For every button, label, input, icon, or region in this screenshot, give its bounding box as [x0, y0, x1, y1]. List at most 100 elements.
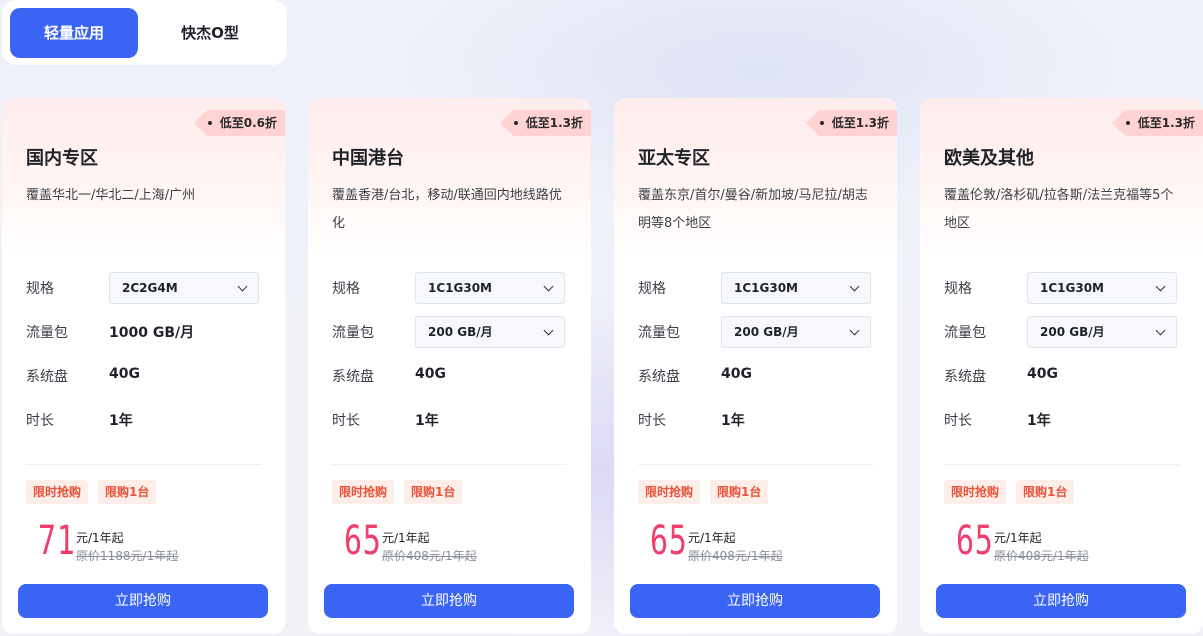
chevron-down-icon [849, 281, 860, 292]
duration-value: 1年 [1027, 413, 1051, 429]
traffic-label: 流量包 [26, 325, 68, 341]
original-price: 原价408元/1年起 [994, 549, 1089, 563]
traffic-value: 1000 GB/月 [109, 325, 195, 341]
discount-badge-label: 低至1.3折 [525, 116, 583, 130]
spec-select[interactable]: 1C1G30M [721, 272, 871, 304]
buy-now-button[interactable]: 立即抢购 [936, 584, 1186, 618]
discount-badge-label: 低至1.3折 [831, 116, 889, 130]
discount-badge: 低至1.3折 [1111, 110, 1203, 136]
buy-now-button[interactable]: 立即抢购 [630, 584, 880, 618]
price-unit: 元/1年起 [382, 531, 430, 545]
spec-label: 规格 [638, 281, 666, 297]
traffic-label: 流量包 [332, 325, 374, 341]
product-card: 低至1.3折 中国港台 覆盖香港/台北，移动/联通回内地线路优化 规格 1C1G… [308, 98, 591, 634]
original-price: 原价408元/1年起 [382, 549, 477, 563]
divider [332, 464, 567, 465]
traffic-label: 流量包 [638, 325, 680, 341]
product-card: 低至1.3折 欧美及其他 覆盖伦敦/洛杉矶/拉各斯/法兰克福等5个地区 规格 1… [920, 98, 1203, 634]
card-description: 覆盖伦敦/洛杉矶/拉各斯/法兰克福等5个地区 [944, 188, 1174, 231]
tag-flash-sale: 限时抢购 [332, 480, 395, 504]
tag-purchase-limit: 限购1台 [1016, 480, 1075, 504]
buy-now-button[interactable]: 立即抢购 [324, 584, 574, 618]
spec-label: 规格 [26, 281, 54, 297]
traffic-select-value: 200 GB/月 [1040, 325, 1105, 339]
duration-value: 1年 [109, 413, 133, 429]
divider [944, 464, 1179, 465]
price-unit: 元/1年起 [688, 531, 736, 545]
discount-badge: 低至1.3折 [499, 110, 591, 136]
tag-flash-sale: 限时抢购 [638, 480, 701, 504]
spec-select-value: 1C1G30M [734, 281, 798, 295]
disk-label: 系统盘 [638, 369, 680, 385]
discount-badge-label: 低至0.6折 [219, 116, 277, 130]
spec-select-value: 2C2G4M [122, 281, 178, 295]
tag-purchase-limit: 限购1台 [404, 480, 463, 504]
price: 65 [956, 518, 994, 564]
traffic-select-value: 200 GB/月 [428, 325, 493, 339]
price: 65 [344, 518, 382, 564]
discount-badge-label: 低至1.3折 [1137, 116, 1195, 130]
card-description: 覆盖东京/首尔/曼谷/新加坡/马尼拉/胡志明等8个地区 [638, 188, 868, 231]
duration-label: 时长 [944, 413, 972, 429]
card-title: 亚太专区 [638, 148, 710, 169]
bullet-icon [207, 121, 212, 125]
spec-select[interactable]: 1C1G30M [1027, 272, 1177, 304]
card-description: 覆盖华北一/华北二/上海/广州 [26, 188, 196, 203]
product-tabs: 轻量应用 快杰O型 [2, 0, 287, 65]
price: 71 [38, 518, 76, 564]
price: 65 [650, 518, 688, 564]
bullet-icon [819, 121, 824, 125]
chevron-down-icon [543, 325, 554, 336]
spec-select-value: 1C1G30M [1040, 281, 1104, 295]
bullet-icon [513, 121, 518, 125]
tag-purchase-limit: 限购1台 [98, 480, 157, 504]
chevron-down-icon [1155, 281, 1166, 292]
card-description: 覆盖香港/台北，移动/联通回内地线路优化 [332, 188, 562, 231]
spec-label: 规格 [944, 281, 972, 297]
traffic-select[interactable]: 200 GB/月 [415, 316, 565, 348]
tab-kuaijie-o[interactable]: 快杰O型 [146, 8, 274, 58]
disk-label: 系统盘 [944, 369, 986, 385]
disk-value: 40G [1027, 366, 1058, 382]
disk-value: 40G [415, 366, 446, 382]
discount-badge: 低至0.6折 [193, 110, 285, 136]
tag-purchase-limit: 限购1台 [710, 480, 769, 504]
divider [638, 464, 873, 465]
price-unit: 元/1年起 [76, 531, 124, 545]
spec-select-value: 1C1G30M [428, 281, 492, 295]
duration-label: 时长 [332, 413, 360, 429]
disk-value: 40G [721, 366, 752, 382]
spec-label: 规格 [332, 281, 360, 297]
chevron-down-icon [237, 281, 248, 292]
traffic-select[interactable]: 200 GB/月 [721, 316, 871, 348]
chevron-down-icon [849, 325, 860, 336]
card-title: 国内专区 [26, 148, 98, 169]
price-unit: 元/1年起 [994, 531, 1042, 545]
original-price: 原价408元/1年起 [688, 549, 783, 563]
duration-value: 1年 [415, 413, 439, 429]
card-title: 中国港台 [332, 148, 404, 169]
traffic-select-value: 200 GB/月 [734, 325, 799, 339]
product-card: 低至0.6折 国内专区 覆盖华北一/华北二/上海/广州 规格 2C2G4M 流量… [2, 98, 285, 634]
duration-label: 时长 [26, 413, 54, 429]
traffic-label: 流量包 [944, 325, 986, 341]
spec-select[interactable]: 2C2G4M [109, 272, 259, 304]
card-title: 欧美及其他 [944, 148, 1034, 169]
divider [26, 464, 261, 465]
traffic-select[interactable]: 200 GB/月 [1027, 316, 1177, 348]
tag-flash-sale: 限时抢购 [944, 480, 1007, 504]
original-price: 原价1188元/1年起 [76, 549, 179, 563]
duration-label: 时长 [638, 413, 666, 429]
product-card: 低至1.3折 亚太专区 覆盖东京/首尔/曼谷/新加坡/马尼拉/胡志明等8个地区 … [614, 98, 897, 634]
discount-badge: 低至1.3折 [805, 110, 897, 136]
buy-now-button[interactable]: 立即抢购 [18, 584, 268, 618]
duration-value: 1年 [721, 413, 745, 429]
chevron-down-icon [543, 281, 554, 292]
disk-label: 系统盘 [26, 369, 68, 385]
chevron-down-icon [1155, 325, 1166, 336]
tag-flash-sale: 限时抢购 [26, 480, 89, 504]
spec-select[interactable]: 1C1G30M [415, 272, 565, 304]
tab-lightweight-app[interactable]: 轻量应用 [10, 7, 138, 58]
disk-value: 40G [109, 366, 140, 382]
bullet-icon [1125, 121, 1130, 125]
